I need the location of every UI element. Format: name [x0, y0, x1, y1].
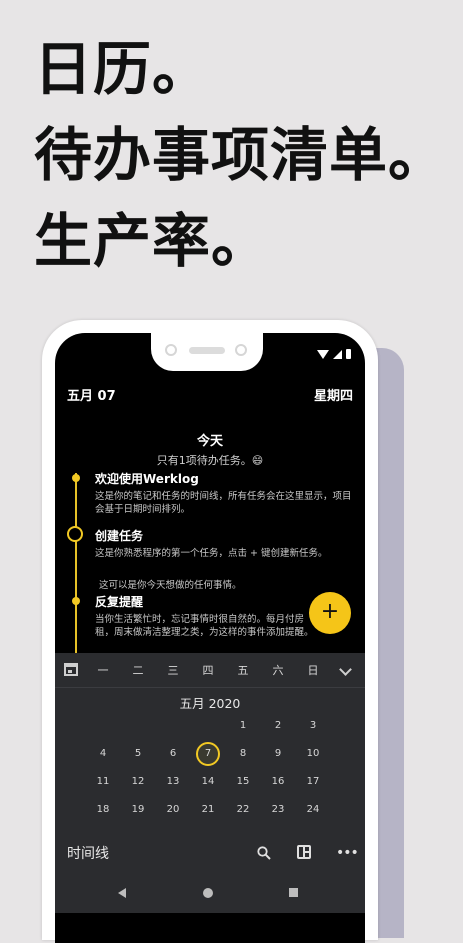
signal-icon [333, 350, 342, 359]
current-weekday: 星期四 [313, 389, 353, 404]
headline-line-2: 待办事项清单。 [34, 121, 448, 189]
system-nav-bar [55, 873, 365, 913]
calendar-day[interactable]: 4 [91, 742, 115, 766]
calendar-day[interactable]: 5 [126, 742, 150, 766]
timeline-note: 这可以是你今天想做的任何事情。 [99, 580, 242, 591]
timeline-dot [72, 474, 80, 482]
more-icon[interactable]: ••• [336, 845, 359, 861]
phone-notch [151, 333, 263, 371]
calendar-day[interactable]: 23 [266, 798, 290, 822]
wifi-icon [317, 350, 329, 359]
recents-icon[interactable] [289, 888, 298, 897]
calendar-day[interactable]: 16 [266, 770, 290, 794]
calendar-day[interactable]: 24 [301, 798, 325, 822]
today-title: 今天 [196, 434, 223, 449]
chevron-down-icon[interactable] [339, 663, 352, 676]
current-date[interactable]: 五月 07 [67, 385, 116, 404]
phone-frame: 五月 07 星期四 今天 只有1项待办任务。😄 欢迎使用Werklog 这是你的… [42, 320, 378, 943]
weekday-label: 一 [97, 664, 109, 677]
calendar-day[interactable]: 3 [301, 714, 325, 738]
view-title: 时间线 [67, 846, 109, 862]
calendar-day[interactable]: 15 [231, 770, 255, 794]
timeline-item-title: 欢迎使用Werklog [95, 472, 199, 486]
battery-icon [346, 349, 351, 359]
status-icons [317, 349, 351, 359]
front-camera-icon [165, 344, 177, 356]
back-icon[interactable] [118, 888, 126, 898]
speaker-icon [189, 347, 225, 354]
headline-line-3: 生产率。 [34, 207, 271, 275]
timeline-item[interactable]: 欢迎使用Werklog 这是你的笔记和任务的时间线，所有任务会在这里显示，项目会… [95, 470, 355, 516]
timeline-current-dot [67, 526, 83, 542]
timeline-item-desc: 这是你熟悉程序的第一个任务，点击 + 键创建新任务。 [95, 548, 328, 559]
calendar-panel: 一 二 三 四 五 六 日 五月 2020 1 2 3 4 5 6 7 8 9 10 11 12 13 1… [55, 653, 365, 843]
timeline-dot [72, 597, 80, 605]
add-task-button[interactable]: + [309, 592, 351, 634]
calendar-day[interactable]: 8 [231, 742, 255, 766]
today-header: 今天 只有1项待办任务。😄 [55, 430, 365, 468]
calendar-day[interactable]: 20 [161, 798, 185, 822]
weekday-bar: 一 二 三 四 五 六 日 [55, 653, 365, 688]
calendar-day[interactable]: 11 [91, 770, 115, 794]
timeline-line [75, 473, 77, 653]
layout-icon[interactable] [297, 845, 311, 859]
calendar-day[interactable]: 14 [196, 770, 220, 794]
calendar-day[interactable]: 13 [161, 770, 185, 794]
calendar-day[interactable]: 17 [301, 770, 325, 794]
weekday-label: 日 [307, 664, 319, 677]
top-bar: 五月 07 星期四 [67, 385, 353, 404]
month-label: 五月 2020 [179, 696, 241, 711]
phone-screen: 五月 07 星期四 今天 只有1项待办任务。😄 欢迎使用Werklog 这是你的… [55, 333, 365, 943]
calendar-day[interactable]: 7 [196, 742, 220, 766]
timeline-item-desc: 这是你的笔记和任务的时间线，所有任务会在这里显示，项目会基于日期时间排列。 [95, 491, 352, 515]
timeline-item-title: 反复提醒 [95, 595, 144, 609]
calendar-day[interactable]: 21 [196, 798, 220, 822]
timeline-item[interactable]: 创建任务 这是你熟悉程序的第一个任务，点击 + 键创建新任务。 [95, 527, 355, 560]
sensor-icon [235, 344, 247, 356]
headline-line-1: 日历。 [34, 35, 212, 103]
bottom-app-bar: 时间线 ••• [55, 833, 365, 873]
weekday-label: 四 [202, 664, 214, 677]
weekday-label: 二 [132, 664, 144, 677]
weekday-label: 五 [237, 664, 249, 677]
calendar-icon[interactable] [64, 663, 78, 676]
weekday-label: 六 [272, 664, 284, 677]
calendar-day[interactable]: 10 [301, 742, 325, 766]
search-icon[interactable] [257, 846, 271, 860]
calendar-day[interactable]: 22 [231, 798, 255, 822]
calendar-day[interactable]: 18 [91, 798, 115, 822]
timeline-item-title: 创建任务 [95, 529, 144, 543]
calendar-day[interactable]: 19 [126, 798, 150, 822]
home-icon[interactable] [203, 888, 213, 898]
today-subtitle: 只有1项待办任务。😄 [156, 454, 264, 467]
weekday-label: 三 [167, 664, 179, 677]
timeline-item[interactable]: 反复提醒 当你生活繁忙时，忘记事情时很自然的。每月付房租，周末做清洁整理之类，为… [95, 593, 317, 639]
calendar-day[interactable]: 2 [266, 714, 290, 738]
timeline-item-desc: 当你生活繁忙时，忘记事情时很自然的。每月付房租，周末做清洁整理之类，为这样的事件… [95, 614, 314, 638]
calendar-day[interactable]: 1 [231, 714, 255, 738]
calendar-day[interactable]: 6 [161, 742, 185, 766]
calendar-day[interactable]: 9 [266, 742, 290, 766]
calendar-day[interactable]: 12 [126, 770, 150, 794]
